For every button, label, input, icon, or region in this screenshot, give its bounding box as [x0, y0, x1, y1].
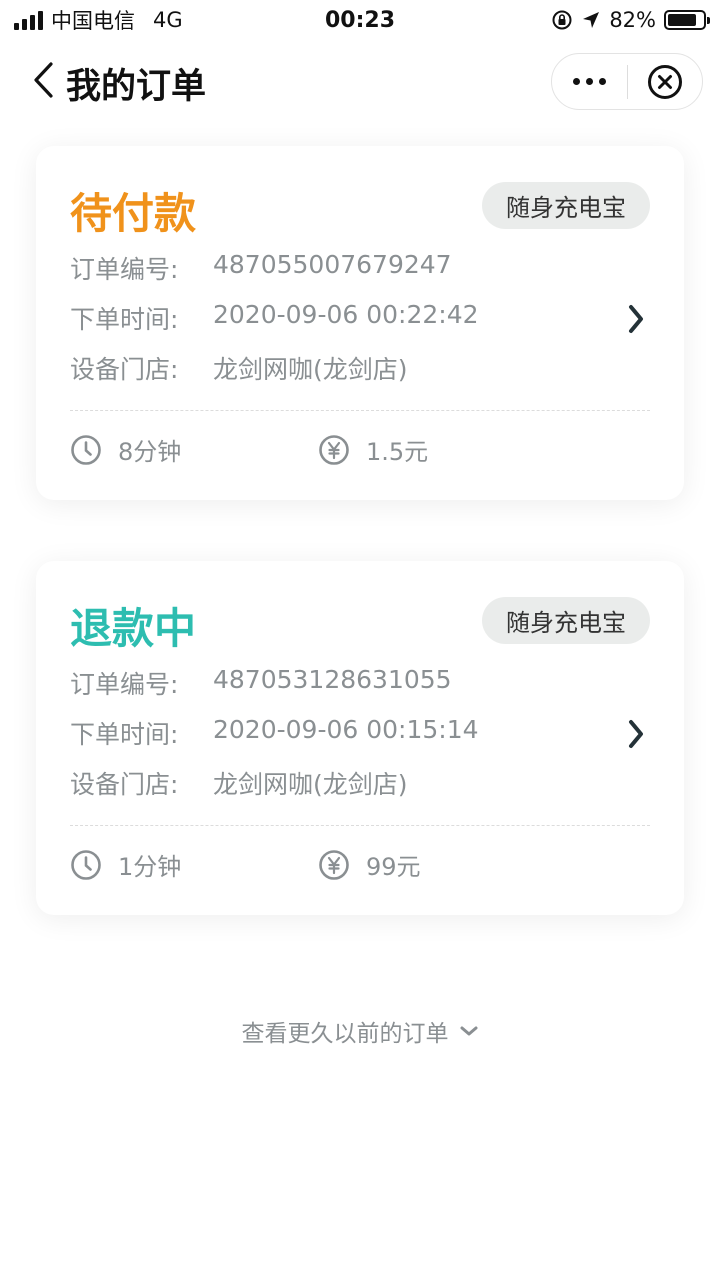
back-button[interactable]	[28, 60, 58, 100]
battery-percent: 82%	[609, 8, 656, 32]
status-bar-left: 中国电信 4G	[14, 5, 183, 35]
duration-info: 1分钟	[70, 847, 181, 882]
chevron-left-icon	[34, 62, 53, 98]
duration-value: 1分钟	[118, 853, 182, 881]
duration-info: 8分钟	[70, 432, 181, 467]
mini-program-capsule	[551, 53, 703, 110]
price-value: 99元	[366, 853, 421, 881]
price-info: 1.5元	[318, 432, 428, 467]
yuan-icon	[319, 434, 349, 465]
order-number-row: 订单编号: 487053128631055	[70, 665, 452, 701]
price-value: 1.5元	[366, 438, 429, 466]
order-status: 退款中	[70, 604, 197, 653]
carrier-name: 中国电信	[51, 9, 135, 33]
store-label: 设备门店:	[70, 770, 179, 799]
chevron-right-icon[interactable]	[626, 302, 646, 336]
nav-bar: 我的订单	[0, 50, 720, 112]
card-divider	[70, 825, 650, 826]
close-circle-icon	[648, 64, 682, 99]
duration-value: 8分钟	[118, 438, 182, 466]
order-time-label: 下单时间:	[70, 305, 179, 334]
view-older-orders-label: 查看更久以前的订单	[241, 1021, 449, 1047]
store-row: 设备门店: 龙剑网咖(龙剑店)	[70, 765, 408, 801]
store-value: 龙剑网咖(龙剑店)	[213, 770, 408, 799]
card-divider	[70, 410, 650, 411]
device-type-tag: 随身充电宝	[482, 597, 650, 644]
more-button[interactable]	[552, 54, 627, 109]
location-arrow-icon	[583, 12, 600, 28]
order-time-value: 2020-09-06 00:22:42	[213, 300, 479, 329]
order-time-value: 2020-09-06 00:15:14	[213, 715, 479, 744]
store-row: 设备门店: 龙剑网咖(龙剑店)	[70, 350, 408, 386]
more-dot	[599, 78, 606, 85]
order-card[interactable]: 退款中 随身充电宝 订单编号: 487053128631055 下单时间: 20…	[36, 561, 684, 915]
close-button[interactable]	[628, 54, 702, 109]
chevron-right-icon[interactable]	[626, 717, 646, 751]
more-dot	[586, 78, 593, 85]
yuan-icon	[319, 849, 349, 880]
order-number-label: 订单编号:	[70, 255, 179, 284]
status-bar-right: 82%	[551, 8, 710, 32]
store-label: 设备门店:	[70, 355, 179, 384]
order-number-value: 487055007679247	[213, 250, 452, 279]
more-dot	[573, 78, 580, 85]
order-number-value: 487053128631055	[213, 665, 452, 694]
order-time-row: 下单时间: 2020-09-06 00:22:42	[70, 300, 479, 336]
signal-icon	[14, 10, 43, 30]
view-older-orders-link[interactable]: 查看更久以前的订单	[0, 1014, 720, 1048]
network-type: 4G	[153, 8, 183, 32]
store-value: 龙剑网咖(龙剑店)	[213, 355, 408, 384]
orientation-lock-icon	[552, 10, 572, 30]
page-title: 我的订单	[66, 67, 207, 107]
device-type-tag: 随身充电宝	[482, 182, 650, 229]
clock-icon	[71, 849, 101, 880]
order-time-row: 下单时间: 2020-09-06 00:15:14	[70, 715, 479, 751]
chevron-down-icon	[460, 1026, 477, 1036]
battery-fill	[668, 14, 696, 26]
battery-icon	[664, 10, 710, 30]
order-time-label: 下单时间:	[70, 720, 179, 749]
status-bar: 中国电信 4G 00:23 82%	[0, 0, 720, 40]
clock-icon	[71, 434, 101, 465]
order-number-label: 订单编号:	[70, 670, 179, 699]
order-card[interactable]: 待付款 随身充电宝 订单编号: 487055007679247 下单时间: 20…	[36, 146, 684, 500]
order-number-row: 订单编号: 487055007679247	[70, 250, 452, 286]
order-status: 待付款	[70, 189, 197, 238]
price-info: 99元	[318, 847, 421, 882]
